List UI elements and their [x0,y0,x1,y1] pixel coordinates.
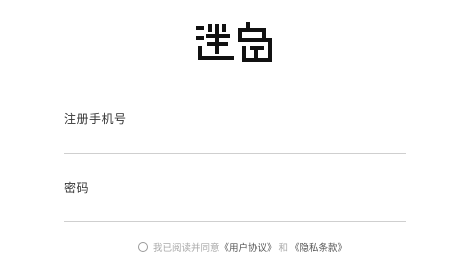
app-logo [194,20,276,66]
agreement-prefix: 我已阅读并同意 [153,243,220,254]
agreement-conjunction: 和 [278,243,289,254]
mi-dao-logo-icon [196,22,272,62]
password-input[interactable] [64,199,406,222]
password-label: 密码 [64,181,90,195]
agreement-row: 我已阅读并同意 《用户协议》 和 《隐私条款》 [138,240,347,254]
user-agreement-link[interactable]: 《用户协议》 [220,240,277,254]
agreement-radio[interactable] [138,242,148,252]
phone-input[interactable] [64,131,406,154]
privacy-policy-link[interactable]: 《隐私条款》 [290,240,347,254]
phone-label: 注册手机号 [64,112,127,126]
login-page: 注册手机号 密码 我已阅读并同意 《用户协议》 和 《隐私条款》 [0,0,469,264]
